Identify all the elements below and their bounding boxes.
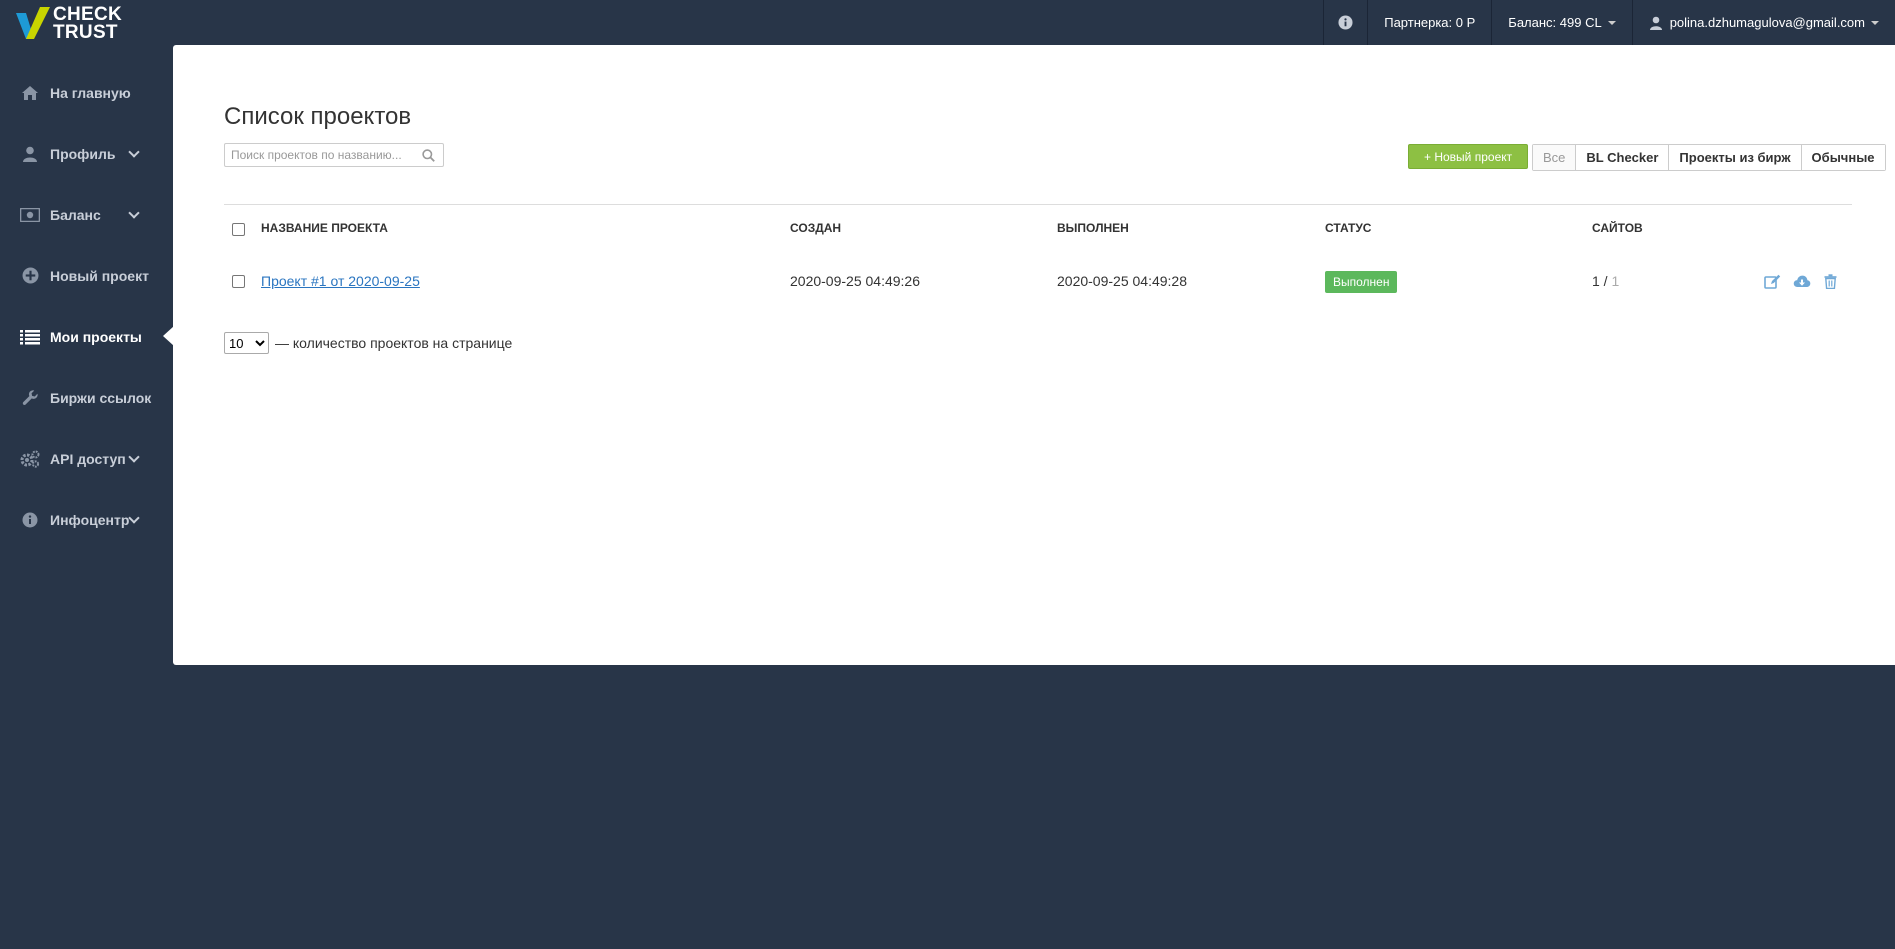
sidebar-item-label: Профиль <box>50 145 116 162</box>
filter-exchange-projects[interactable]: Проекты из бирж <box>1668 145 1801 170</box>
sidebar-item-home[interactable]: На главную <box>0 62 173 123</box>
money-icon <box>20 205 40 225</box>
balance-dropdown[interactable]: Баланс: 499 CL <box>1491 0 1631 45</box>
sidebar-item-label: Баланс <box>50 206 101 223</box>
gears-icon <box>20 449 40 469</box>
column-header-done[interactable]: ВЫПОЛНЕН <box>1057 221 1129 235</box>
project-link[interactable]: Проект #1 от 2020-09-25 <box>261 273 420 289</box>
list-icon <box>20 327 40 347</box>
status-badge: Выполнен <box>1325 271 1398 293</box>
sidebar-item-api-access[interactable]: API доступ <box>0 428 173 489</box>
page-title: Список проектов <box>224 103 412 130</box>
chevron-down-icon <box>128 207 140 219</box>
search-input[interactable] <box>225 144 415 166</box>
sidebar-item-label: Мои проекты <box>50 328 142 345</box>
new-project-button[interactable]: + Новый проект <box>1408 144 1529 169</box>
column-header-name[interactable]: НАЗВАНИЕ ПРОЕКТА <box>261 221 388 235</box>
chevron-down-icon <box>128 451 140 463</box>
caret-down-icon <box>1871 20 1879 25</box>
user-icon <box>20 144 40 164</box>
select-all-checkbox[interactable] <box>232 223 245 236</box>
chevron-down-icon <box>128 512 140 524</box>
user-icon <box>1649 16 1662 30</box>
balance-label: Баланс: 499 CL <box>1508 15 1602 30</box>
sites-cell: 1 / 1 <box>1592 273 1619 289</box>
info-icon <box>20 510 40 530</box>
logo-text: CHECK TRUST <box>53 5 122 43</box>
column-header-sites[interactable]: САЙТОВ <box>1592 221 1643 235</box>
sidebar-item-balance[interactable]: Баланс <box>0 184 173 245</box>
per-page-label: — количество проектов на странице <box>275 335 513 351</box>
sidebar-item-new-project[interactable]: Новый проект <box>0 245 173 306</box>
project-name-cell: Проект #1 от 2020-09-25 <box>261 273 420 289</box>
edit-icon[interactable] <box>1764 274 1781 290</box>
sidebar: На главную Профиль Баланс Новый проект М… <box>0 62 174 550</box>
sidebar-item-label: API доступ <box>50 450 126 467</box>
logo-line-2: TRUST <box>53 22 118 43</box>
logo-mark-icon <box>16 7 50 39</box>
search-icon[interactable] <box>422 149 435 162</box>
partner-link[interactable]: Партнерка: 0 Р <box>1367 0 1491 45</box>
column-header-created[interactable]: СОЗДАН <box>790 221 841 235</box>
caret-down-icon <box>1607 20 1616 25</box>
sidebar-item-label: Новый проект <box>50 267 149 284</box>
sidebar-item-profile[interactable]: Профиль <box>0 123 173 184</box>
per-page-select[interactable]: 10 <box>224 332 269 354</box>
info-button[interactable] <box>1323 0 1367 45</box>
search-box <box>224 143 444 167</box>
row-checkbox[interactable] <box>232 275 245 288</box>
top-bar: CHECK TRUST Партнерка: 0 Р Баланс: 499 C… <box>0 0 1895 45</box>
cloud-download-icon[interactable] <box>1793 274 1811 289</box>
top-bar-menu: Партнерка: 0 Р Баланс: 499 CL polina.dzh… <box>1323 0 1895 45</box>
main-panel: Список проектов + Новый проект Все BL Ch… <box>173 45 1895 665</box>
sidebar-item-link-exchanges[interactable]: Биржи ссылок <box>0 367 173 428</box>
sidebar-item-label: Биржи ссылок <box>50 389 152 406</box>
trash-icon[interactable] <box>1824 274 1837 289</box>
sites-done: 1 / <box>1592 273 1608 289</box>
column-header-status[interactable]: СТАТУС <box>1325 221 1371 235</box>
created-cell: 2020-09-25 04:49:26 <box>790 273 920 289</box>
sidebar-item-infocenter[interactable]: Инфоцентр <box>0 489 173 550</box>
project-filter-group: Все BL Checker Проекты из бирж Обычные <box>1532 144 1886 171</box>
sidebar-item-label: Инфоцентр <box>50 511 130 528</box>
filter-all[interactable]: Все <box>1533 145 1576 170</box>
info-circle-icon <box>1338 15 1353 30</box>
sidebar-item-my-projects[interactable]: Мои проекты <box>0 306 174 367</box>
filter-bl-checker[interactable]: BL Checker <box>1575 145 1669 170</box>
user-email: polina.dzhumagulova@gmail.com <box>1669 15 1865 30</box>
user-dropdown[interactable]: polina.dzhumagulova@gmail.com <box>1631 0 1895 45</box>
chevron-down-icon <box>128 146 140 158</box>
sidebar-item-label: На главную <box>50 84 131 101</box>
home-icon <box>20 83 40 103</box>
filter-regular[interactable]: Обычные <box>1800 145 1885 170</box>
done-cell: 2020-09-25 04:49:28 <box>1057 273 1187 289</box>
sites-total: 1 <box>1611 273 1620 289</box>
wrench-icon <box>20 388 40 408</box>
partner-label: Партнерка: 0 Р <box>1384 15 1476 30</box>
plus-circle-icon <box>20 266 40 286</box>
brand-logo[interactable]: CHECK TRUST <box>16 5 126 43</box>
divider <box>224 204 1852 205</box>
per-page-control: 10 — количество проектов на странице <box>224 332 512 354</box>
